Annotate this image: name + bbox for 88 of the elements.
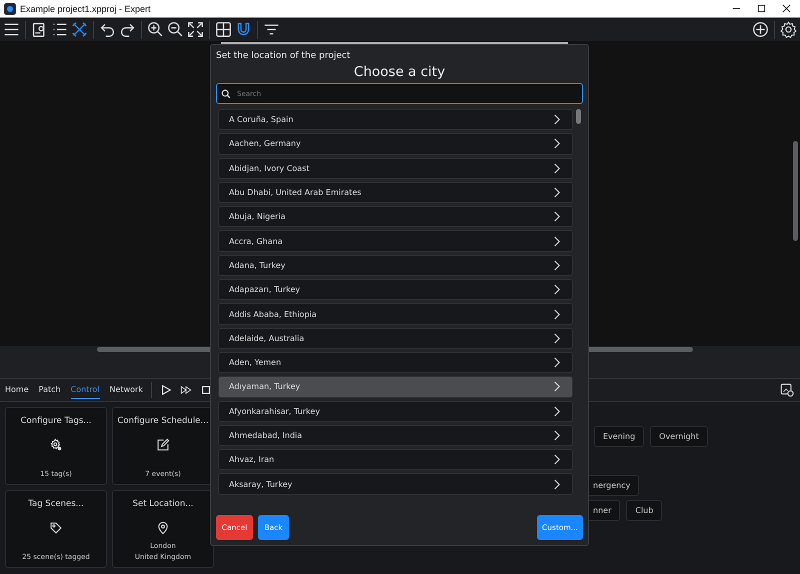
chevron-right-icon bbox=[554, 478, 560, 490]
city-name: Adana, Turkey bbox=[229, 260, 286, 270]
tag-icon bbox=[49, 521, 63, 535]
chevron-right-icon bbox=[554, 187, 560, 198]
city-name: Afyonkarahisar, Turkey bbox=[229, 406, 320, 416]
scrollbar[interactable] bbox=[793, 141, 798, 241]
app-icon bbox=[4, 2, 16, 14]
image-settings-icon[interactable] bbox=[780, 383, 794, 397]
city-item[interactable]: Accra, Ghana bbox=[218, 230, 573, 252]
undo-icon[interactable] bbox=[99, 21, 116, 38]
card-title: Configure Schedule... bbox=[117, 416, 209, 426]
chevron-right-icon bbox=[554, 332, 560, 344]
city-name: Abu Dhabi, United Arab Emirates bbox=[229, 188, 362, 198]
card-title: Set Location... bbox=[132, 499, 194, 509]
city-item[interactable]: A Coruña, Spain bbox=[218, 109, 573, 130]
scene-button[interactable]: Club bbox=[626, 500, 662, 521]
fast-forward-icon[interactable] bbox=[180, 384, 192, 396]
city-name: Abidjan, Ivory Coast bbox=[229, 164, 310, 173]
add-icon[interactable] bbox=[752, 21, 769, 38]
grid-icon[interactable] bbox=[215, 21, 232, 38]
city-item[interactable]: Adıyaman, Turkey bbox=[218, 376, 573, 398]
scene-button[interactable]: Overnight bbox=[650, 426, 708, 447]
search-icon bbox=[221, 88, 231, 98]
city-name: Adapazarı, Turkey bbox=[229, 285, 300, 294]
chevron-right-icon bbox=[554, 454, 560, 466]
settings-icon[interactable] bbox=[780, 21, 797, 38]
chevron-right-icon bbox=[554, 381, 560, 392]
location-pin-icon bbox=[156, 521, 170, 535]
dialog-caption: Set the location of the project bbox=[216, 51, 352, 61]
maximize-icon[interactable] bbox=[757, 4, 766, 13]
menu-icon[interactable] bbox=[3, 21, 20, 38]
fit-icon[interactable] bbox=[187, 21, 204, 38]
city-name: Addis Ababa, Ethiopia bbox=[229, 310, 317, 319]
city-item[interactable]: Aden, Yemen bbox=[218, 352, 573, 374]
city-item[interactable]: Abu Dhabi, United Arab Emirates bbox=[218, 182, 573, 204]
city-item[interactable]: Adelaide, Australia bbox=[218, 328, 573, 349]
tab[interactable]: Network bbox=[110, 381, 143, 399]
city-name: Ahvaz, Iran bbox=[229, 455, 274, 464]
zoom-out-icon[interactable] bbox=[167, 21, 184, 38]
city-item[interactable]: Aksaray, Turkey bbox=[218, 473, 573, 495]
list-icon[interactable] bbox=[51, 21, 68, 38]
zoom-in-icon[interactable] bbox=[147, 21, 164, 38]
tab[interactable]: Home bbox=[5, 381, 29, 399]
city-item[interactable]: Adapazarı, Turkey bbox=[218, 279, 573, 300]
city-name: Accra, Ghana bbox=[229, 236, 283, 246]
city-item[interactable]: Aachen, Germany bbox=[218, 133, 573, 155]
city-item[interactable]: Abuja, Nigeria bbox=[218, 206, 573, 228]
city-name: Adelaide, Australia bbox=[229, 334, 304, 343]
chevron-right-icon bbox=[554, 260, 560, 271]
stop-icon[interactable] bbox=[200, 384, 212, 396]
tab[interactable]: Control bbox=[70, 381, 100, 399]
chevron-right-icon bbox=[554, 114, 560, 126]
city-name: Aden, Yemen bbox=[229, 358, 282, 368]
city-name: Ahmedabad, India bbox=[229, 431, 302, 440]
city-item[interactable]: Ahvaz, Iran bbox=[218, 449, 573, 470]
city-name: Aachen, Germany bbox=[229, 139, 301, 148]
chevron-right-icon bbox=[554, 284, 560, 296]
city-name: Aksaray, Turkey bbox=[229, 480, 292, 489]
chevron-right-icon bbox=[554, 406, 560, 417]
city-name: A Coruña, Spain bbox=[229, 115, 294, 124]
city-item[interactable]: Adana, Turkey bbox=[218, 254, 573, 276]
chevron-right-icon bbox=[554, 430, 560, 441]
chevron-right-icon bbox=[554, 211, 560, 222]
chevron-right-icon bbox=[554, 138, 560, 150]
window-title: Example project1.xpproj - Expert bbox=[20, 4, 151, 14]
edit-icon bbox=[156, 438, 170, 452]
card-title: Tag Scenes... bbox=[28, 499, 84, 509]
scrollbar[interactable] bbox=[576, 109, 581, 124]
chevron-right-icon bbox=[554, 308, 560, 320]
close-icon[interactable] bbox=[782, 4, 791, 13]
magnet-icon[interactable] bbox=[235, 21, 252, 38]
city-item[interactable]: Addis Ababa, Ethiopia bbox=[218, 303, 573, 325]
tab[interactable]: Patch bbox=[38, 381, 61, 399]
chevron-right-icon bbox=[554, 357, 560, 368]
redo-icon[interactable] bbox=[119, 21, 136, 38]
play-icon[interactable] bbox=[160, 384, 172, 396]
chevron-right-icon bbox=[554, 162, 560, 174]
card-title: Configure Tags... bbox=[20, 416, 92, 426]
tools-icon[interactable] bbox=[71, 21, 88, 38]
city-item[interactable]: Ahmedabad, India bbox=[218, 424, 573, 446]
city-item[interactable]: Abidjan, Ivory Coast bbox=[218, 158, 573, 179]
dialog-title: Choose a city bbox=[352, 64, 446, 80]
tag-settings-icon bbox=[49, 438, 63, 452]
city-name: Adıyaman, Turkey bbox=[229, 382, 300, 392]
city-item[interactable]: Afyonkarahisar, Turkey bbox=[218, 400, 573, 422]
city-name: Abuja, Nigeria bbox=[229, 212, 286, 222]
scene-button[interactable]: Evening bbox=[594, 426, 644, 447]
chevron-right-icon bbox=[554, 236, 560, 247]
